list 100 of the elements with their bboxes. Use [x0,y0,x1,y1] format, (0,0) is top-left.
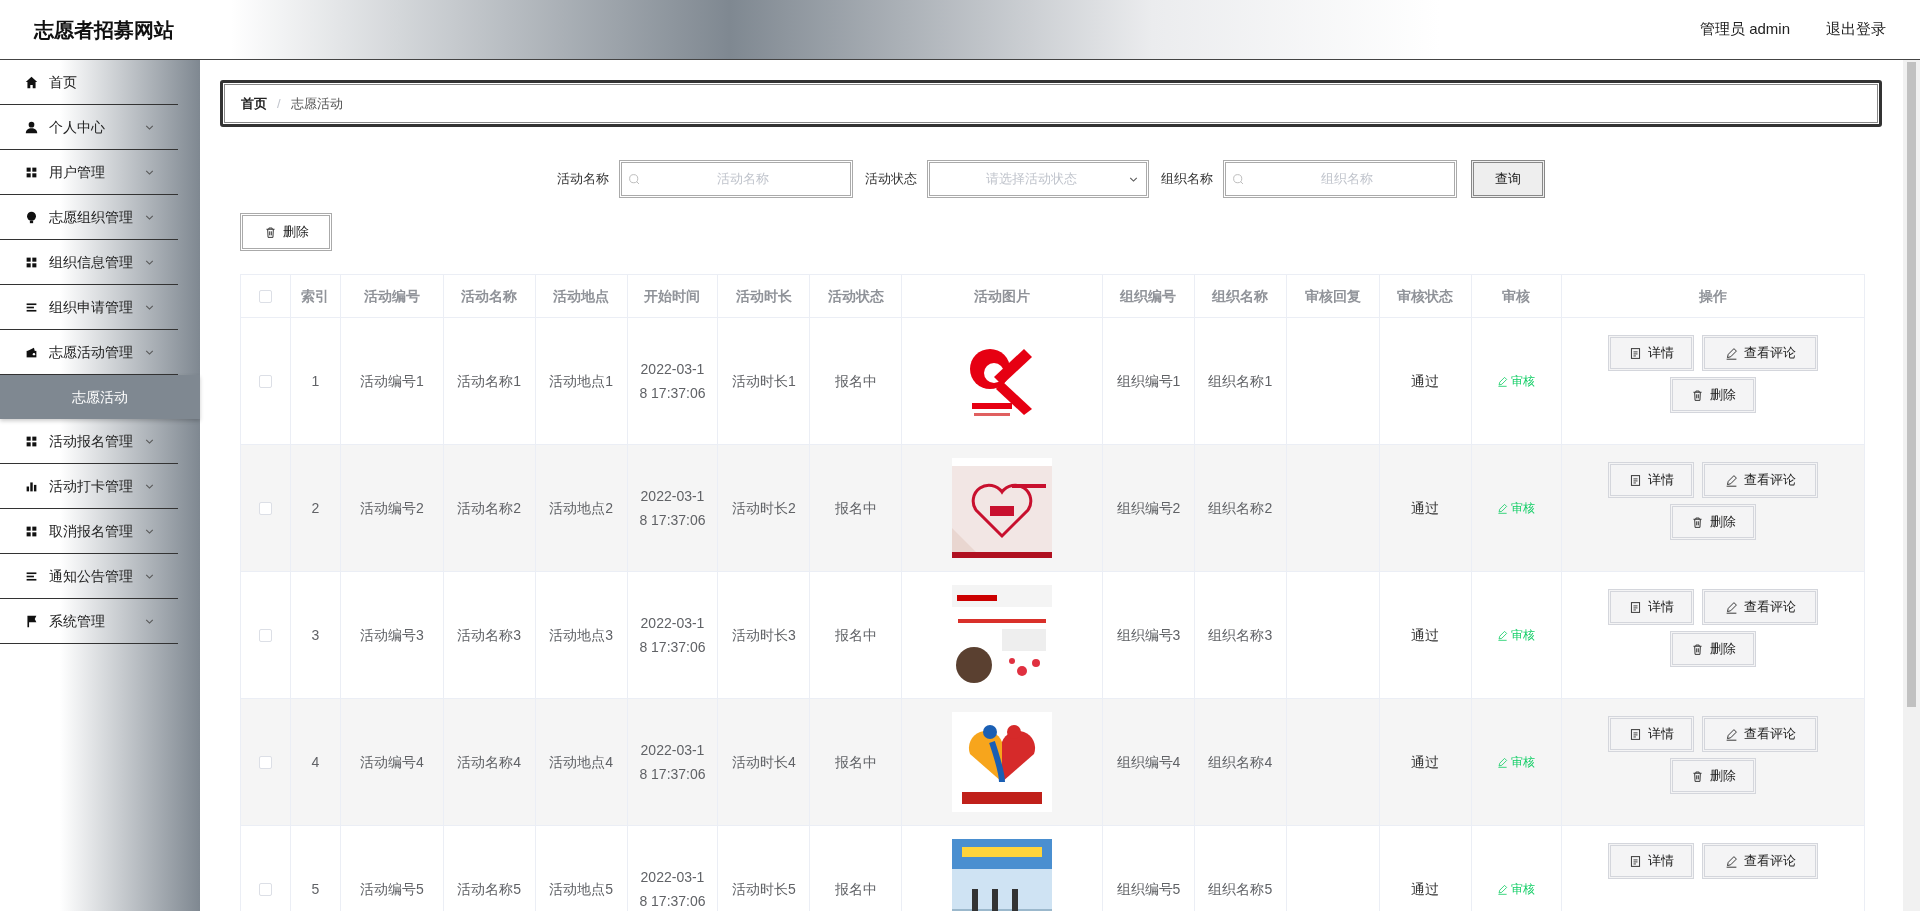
table-cell-text: 活动地点5 [549,879,613,899]
table-cell-text: 活动编号5 [359,879,424,899]
trash-icon [263,225,277,239]
breadcrumb-link[interactable]: 首页 [241,93,267,114]
document-icon [1628,854,1642,868]
table-cell-text: 组织编号2 [1116,498,1181,518]
table-cell-text: 2022-03-18 17:37:06 [638,487,707,530]
trash-icon [1690,769,1704,783]
document-icon [1628,600,1642,614]
column-header: 操作 [1698,286,1729,306]
table-cell-text: 1 [311,371,320,391]
column-header: 活动名称 [443,275,536,317]
comments-button[interactable]: 查看评论 [1702,589,1819,625]
column-header: 活动编号 [340,275,444,317]
search-icon [628,172,641,186]
table-cell-text: 报名中 [834,498,877,518]
table-cell-text: 组织名称3 [1208,625,1273,645]
delete-button[interactable]: 删除 [1670,631,1757,667]
pencil-icon [1497,756,1509,768]
pencil-icon [1724,854,1738,868]
table-cell-text: 活动时长2 [732,498,796,518]
sidebar-item[interactable]: 组织申请管理 [0,285,178,330]
admin-label: 管理员 admin [1699,19,1790,40]
sidebar-item[interactable]: 个人中心 [0,105,178,150]
table-cell-text: 5 [311,879,320,899]
table-cell-text: 2022-03-18 17:37:06 [638,741,707,784]
comments-button[interactable]: 查看评论 [1702,335,1819,371]
sidebar-item[interactable]: 活动报名管理 [0,419,178,464]
table-cell-text: 活动名称5 [457,879,522,899]
grid-icon [25,524,38,538]
delete-button[interactable]: 删除 [1670,758,1757,794]
detail-button[interactable]: 详情 [1608,589,1695,625]
document-icon [1628,346,1642,360]
scrollbar[interactable] [1903,60,1920,911]
sidebar-item[interactable]: 取消报名管理 [0,509,178,554]
table-cell-text: 通过 [1411,498,1440,518]
checkbox[interactable] [258,882,272,896]
comments-button[interactable]: 查看评论 [1702,716,1819,752]
table-cell-text: 活动名称2 [457,498,522,518]
table-cell-text: 活动地点1 [549,371,613,391]
breadcrumb-link[interactable]: 志愿活动 [290,93,343,114]
comments-button[interactable]: 查看评论 [1702,843,1819,879]
detail-button[interactable]: 详情 [1608,462,1695,498]
checkbox[interactable] [258,501,272,515]
table-cell-text: 3 [311,625,320,645]
trash-icon [1690,388,1704,402]
trash-icon [1690,515,1704,529]
column-header: 活动地点 [535,275,628,317]
delete-button[interactable]: 删除 [1670,504,1757,540]
delete-button[interactable]: 删除 [1670,377,1757,413]
sidebar-item[interactable]: 首页 [0,60,178,105]
logout-link[interactable]: 退出登录 [1826,18,1886,41]
table-cell-text: 通过 [1411,371,1440,391]
sidebar-item[interactable]: 活动打卡管理 [0,464,178,509]
table-cell-text: 报名中 [834,625,877,645]
table-cell-text: 报名中 [834,879,877,899]
sidebar-item[interactable]: 志愿组织管理 [0,195,178,240]
detail-button[interactable]: 详情 [1608,843,1695,879]
checkbox[interactable] [258,289,272,303]
table-cell-text: 通过 [1411,752,1440,772]
table-cell-text: 报名中 [834,752,877,772]
delete-button[interactable]: 删除 [240,213,332,251]
document-icon [1628,473,1642,487]
trash-icon [1690,642,1704,656]
query-button[interactable]: 查询 [1471,160,1545,198]
table-cell-text: 报名中 [834,371,877,391]
sidebar-item[interactable]: 用户管理 [0,150,178,195]
table-cell-text: 活动时长4 [732,752,796,772]
comments-button[interactable]: 查看评论 [1702,462,1819,498]
column-header: 活动状态 [810,275,903,317]
grid-icon [25,434,38,448]
sidebar-item[interactable]: 组织信息管理 [0,240,178,285]
user-icon [25,120,38,134]
checkbox[interactable] [258,628,272,642]
table-cell-text: 组织名称1 [1208,371,1273,391]
table-cell-text: 2 [311,498,320,518]
column-header: 审核 [1471,275,1563,317]
table-cell-text: 活动编号3 [359,625,424,645]
detail-button[interactable]: 详情 [1608,335,1695,371]
scrollbar-thumb[interactable] [1907,62,1916,707]
table-cell-text: 2022-03-18 17:37:06 [638,360,707,403]
column-header: 索引 [290,275,341,317]
pencil-icon [1724,600,1738,614]
pencil-icon [1724,346,1738,360]
sidebar-subitem[interactable]: 志愿活动 [0,375,200,419]
checkbox[interactable] [258,374,272,388]
sidebar-item[interactable]: 通知公告管理 [0,554,178,599]
checkbox[interactable] [258,755,272,769]
table-cell-text: 组织名称5 [1208,879,1273,899]
sidebar-item[interactable]: 系统管理 [0,599,178,644]
table-cell-text: 活动编号1 [359,371,424,391]
table-cell-text: 活动名称3 [457,625,522,645]
home-icon [25,75,38,89]
search-icon [1232,172,1245,186]
pencil-icon [1497,375,1509,387]
table-cell-text: 活动地点2 [549,498,613,518]
grid-icon [25,255,38,269]
pencil-icon [1497,883,1509,895]
lightbulb-icon [25,210,38,224]
detail-button[interactable]: 详情 [1608,716,1695,752]
